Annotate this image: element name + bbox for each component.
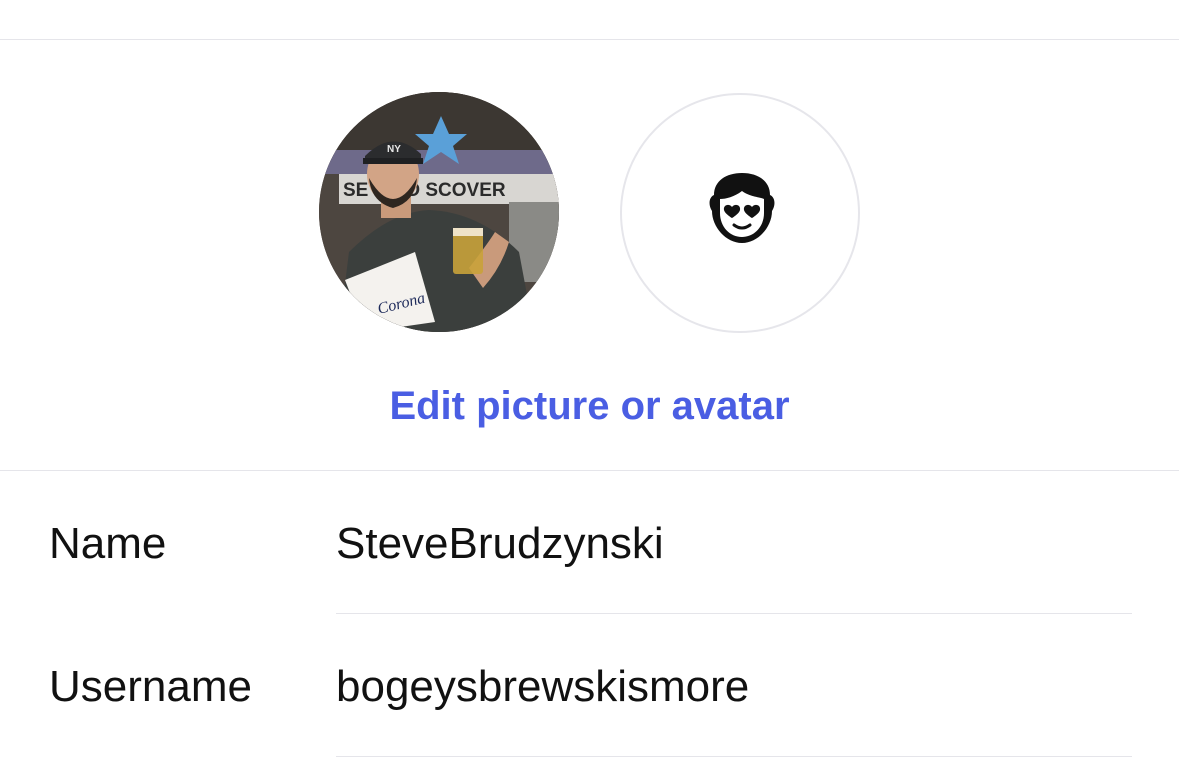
face-with-heart-eyes-icon (709, 173, 775, 243)
svg-text:SE ND D SCOVER: SE ND D SCOVER (343, 180, 506, 201)
emoji-avatar-option[interactable] (620, 93, 860, 333)
section-divider (0, 470, 1179, 471)
username-label: Username (49, 662, 252, 711)
svg-text:NY: NY (387, 144, 401, 155)
username-field[interactable]: bogeysbrewskismore (336, 659, 749, 715)
username-row-divider (336, 756, 1132, 757)
top-divider (0, 39, 1179, 40)
name-field[interactable]: SteveBrudzynski (336, 516, 664, 572)
name-label: Name (49, 519, 167, 568)
profile-photo[interactable]: SE ND D SCOVER NY Corona (319, 92, 559, 332)
name-row-divider (336, 613, 1132, 614)
edit-picture-link[interactable]: Edit picture or avatar (0, 380, 1179, 432)
